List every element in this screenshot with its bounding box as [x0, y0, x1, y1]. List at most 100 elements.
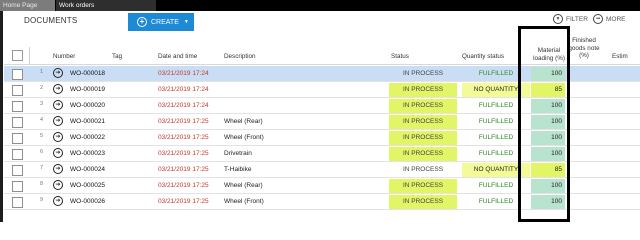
row-checkbox[interactable] [12, 133, 23, 144]
page-title: DOCUMENTS [24, 16, 78, 25]
arrow-right-icon[interactable]: ➔ [53, 68, 63, 78]
cell-description: Wheel (Rear) [224, 118, 263, 125]
row-index: 2 [39, 85, 43, 91]
cell-material-loading: 100 [531, 195, 565, 209]
cell-quantity-status: FULFILLED [478, 182, 514, 189]
more-button[interactable]: ••• MORE [593, 14, 626, 24]
cell-date-time: 03/21/2019 17:25 [158, 198, 209, 205]
table-row[interactable]: 7 ➔ WO-000024 03/21/2019 17:25 T-Haibike IN P… [4, 162, 640, 178]
row-index: 1 [39, 69, 43, 75]
row-checkbox[interactable] [12, 165, 23, 176]
cell-number[interactable]: WO-000026 [70, 198, 105, 205]
column-header-status[interactable]: Status [391, 53, 409, 60]
cell-date-time: 03/21/2019 17:25 [158, 150, 209, 157]
cell-number[interactable]: WO-000022 [70, 134, 105, 141]
column-header-finished-goods[interactable]: Finished goods note (%) [568, 37, 600, 62]
table-row[interactable]: 5 ➔ WO-000022 03/21/2019 17:25 Wheel (Front)… [4, 130, 640, 146]
column-header-description[interactable]: Description [224, 53, 256, 60]
cell-material-loading: 100 [531, 179, 565, 193]
cell-quantity-status: FULFILLED [478, 150, 514, 157]
table-row[interactable]: 3 ➔ WO-000020 03/21/2019 17:24 IN PROCESS FUL… [4, 98, 640, 114]
row-index: 6 [39, 149, 43, 155]
column-header-number[interactable]: Number [53, 53, 75, 60]
column-header-quantity-status[interactable]: Quantity status [462, 53, 504, 60]
row-checkbox[interactable] [12, 117, 23, 128]
filter-button-label: FILTER [566, 15, 588, 23]
column-separator [29, 47, 30, 65]
cell-date-time: 03/21/2019 17:24 [158, 70, 209, 77]
create-button[interactable]: + CREATE ▼ [128, 13, 194, 31]
cell-number[interactable]: WO-000023 [70, 150, 105, 157]
left-edge-strip [0, 11, 3, 222]
row-index: 4 [39, 117, 43, 123]
arrow-right-icon[interactable]: ➔ [53, 84, 63, 94]
cell-date-time: 03/21/2019 17:24 [158, 86, 209, 93]
arrow-right-icon[interactable]: ➔ [53, 164, 63, 174]
cell-material-loading: 85 [531, 163, 565, 177]
cell-number[interactable]: WO-000020 [70, 102, 105, 109]
cell-description: Wheel (Rear) [224, 182, 263, 189]
column-header-material-loading[interactable]: Material loading (%) [533, 47, 565, 62]
more-icon: ••• [593, 14, 603, 24]
arrow-right-icon[interactable]: ➔ [53, 196, 63, 206]
cell-date-time: 03/21/2019 17:25 [158, 182, 209, 189]
tab-home-page[interactable]: Home Page [0, 0, 55, 11]
arrow-right-icon[interactable]: ➔ [53, 132, 63, 142]
cell-description: T-Haibike [224, 166, 252, 173]
cell-quantity-status: NO QUANTITY [462, 163, 530, 177]
cell-description: Wheel (Front) [224, 198, 264, 205]
table-row[interactable]: 9 ➔ WO-000026 03/21/2019 17:25 Wheel (Front)… [4, 194, 640, 210]
row-index: 3 [39, 101, 43, 107]
cell-date-time: 03/21/2019 17:24 [158, 102, 209, 109]
arrow-right-icon[interactable]: ➔ [53, 100, 63, 110]
create-button-label: CREATE [151, 18, 179, 26]
cell-material-loading: 85 [531, 83, 565, 97]
cell-quantity-status: FULFILLED [478, 70, 514, 77]
arrow-right-icon[interactable]: ➔ [53, 148, 63, 158]
cell-quantity-status: FULFILLED [478, 102, 514, 109]
cell-status: IN PROCESS [389, 115, 457, 129]
table-row[interactable]: 4 ➔ WO-000021 03/21/2019 17:25 Wheel (Rear) I… [4, 114, 640, 130]
cell-material-loading: 100 [531, 131, 565, 145]
tab-work-orders[interactable]: Work orders [56, 0, 156, 11]
arrow-right-icon[interactable]: ➔ [53, 180, 63, 190]
cell-number[interactable]: WO-000025 [70, 182, 105, 189]
column-header-date-time[interactable]: Date and time [158, 53, 197, 60]
table-row[interactable]: 8 ➔ WO-000025 03/21/2019 17:25 Wheel (Rear) I… [4, 178, 640, 194]
row-index: 8 [39, 181, 43, 187]
cell-status: IN PROCESS [402, 166, 444, 173]
chevron-down-icon: ▼ [183, 19, 189, 25]
cell-number[interactable]: WO-000018 [70, 70, 105, 77]
cell-number[interactable]: WO-000024 [70, 166, 105, 173]
cell-number[interactable]: WO-000021 [70, 118, 105, 125]
cell-status: IN PROCESS [389, 131, 457, 145]
select-all-checkbox[interactable] [12, 50, 23, 61]
row-checkbox[interactable] [12, 181, 23, 192]
row-checkbox[interactable] [12, 69, 23, 80]
column-header-tag[interactable]: Tag [112, 53, 122, 60]
cell-status: IN PROCESS [389, 179, 457, 193]
table-row[interactable]: 1 ➔ WO-000018 03/21/2019 17:24 IN PROCESS FUL… [4, 66, 640, 82]
cell-description: Wheel (Front) [224, 134, 264, 141]
plus-icon: + [137, 17, 147, 27]
table-row[interactable]: 6 ➔ WO-000023 03/21/2019 17:25 Drivetrain IN … [4, 146, 640, 162]
cell-quantity-status: FULFILLED [478, 118, 514, 125]
row-checkbox[interactable] [12, 197, 23, 208]
row-checkbox[interactable] [12, 101, 23, 112]
cell-status: IN PROCESS [389, 99, 457, 113]
cell-status: IN PROCESS [389, 195, 457, 209]
row-index: 7 [39, 165, 43, 171]
tab-bar: Home Page Work orders [0, 0, 640, 11]
column-header-estimate[interactable]: Estim [612, 53, 628, 60]
table-row[interactable]: 2 ➔ WO-000019 03/21/2019 17:24 IN PROCESS NO … [4, 82, 640, 98]
cell-status: IN PROCESS [389, 83, 457, 97]
row-checkbox[interactable] [12, 149, 23, 160]
filter-button[interactable]: ▼ FILTER [553, 14, 588, 24]
cell-quantity-status: NO QUANTITY [462, 83, 530, 97]
row-checkbox[interactable] [12, 85, 23, 96]
cell-description: Drivetrain [224, 150, 252, 157]
arrow-right-icon[interactable]: ➔ [53, 116, 63, 126]
cell-quantity-status: FULFILLED [478, 198, 514, 205]
cell-number[interactable]: WO-000019 [70, 86, 105, 93]
filter-icon: ▼ [553, 14, 563, 24]
